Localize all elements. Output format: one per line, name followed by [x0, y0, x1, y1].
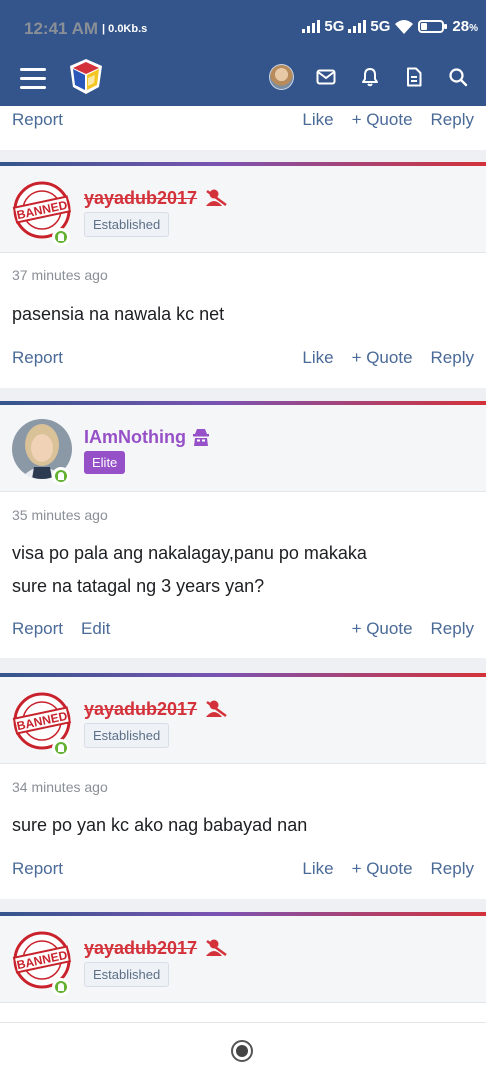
site-logo[interactable] — [66, 56, 106, 96]
username[interactable]: yayadub2017 — [84, 938, 197, 959]
post-message: pasensia na nawala kc net — [12, 304, 225, 324]
status-time: 12:41 AM — [24, 19, 99, 38]
user-title-badge: Elite — [84, 451, 126, 474]
post-time[interactable]: 35 minutes ago — [12, 507, 108, 523]
like-link[interactable]: Like — [302, 348, 333, 368]
network-label: 5G — [324, 18, 345, 35]
banned-user-icon — [206, 189, 227, 207]
online-indicator — [52, 467, 70, 485]
bell-icon[interactable] — [357, 64, 382, 89]
report-link[interactable]: Report — [12, 859, 63, 879]
post-time[interactable]: 34 minutes ago — [12, 779, 108, 795]
reply-link[interactable]: Reply — [431, 110, 474, 130]
username[interactable]: yayadub2017 — [84, 188, 197, 209]
avatar — [269, 63, 294, 90]
online-indicator — [52, 739, 70, 757]
post-message-line: visa po pala ang nakalagay,panu po makak… — [12, 543, 367, 563]
post-actions: Report Like + Quote Reply — [12, 859, 474, 883]
online-indicator — [52, 978, 70, 996]
quote-link[interactable]: + Quote — [352, 348, 413, 368]
app-header: 12:41 AM | 0.0Kb.s 5G 5G 28% — [0, 0, 486, 106]
status-speed: | 0.0Kb.s — [102, 23, 148, 35]
post-user-header: BANNED yayadub2017 Established — [0, 166, 486, 253]
post-message: visa po pala ang nakalagay,panu po makak… — [12, 537, 367, 603]
user-title-badge: Established — [84, 723, 170, 748]
status-bar: 12:41 AM | 0.0Kb.s 5G 5G 28% — [0, 0, 486, 56]
report-link[interactable]: Report — [12, 348, 63, 368]
post: BANNED yayadub2017 Established 34 minute… — [0, 673, 486, 899]
like-link[interactable]: Like — [302, 859, 333, 879]
report-link[interactable]: Report — [12, 619, 63, 639]
battery-icon — [418, 20, 448, 33]
quote-link[interactable]: + Quote — [352, 859, 413, 879]
reply-link[interactable]: Reply — [431, 619, 474, 639]
nav-bar — [0, 56, 486, 106]
inbox-icon[interactable] — [313, 64, 338, 89]
user-title-badge: Established — [84, 212, 170, 237]
menu-icon[interactable] — [20, 68, 46, 90]
quote-link[interactable]: + Quote — [352, 110, 413, 130]
post-user-header: IAmNothing Elite — [0, 405, 486, 492]
post-user-header: BANNED yayadub2017 Established — [0, 916, 486, 1003]
post-message-line: sure na tatagal ng 3 years yan? — [12, 576, 265, 596]
nav-icons — [269, 63, 470, 90]
post-actions: Report Like + Quote Reply — [12, 110, 474, 134]
elite-user-icon — [193, 429, 209, 446]
battery-level: 28% — [452, 18, 478, 35]
signal-icon-2 — [348, 20, 367, 33]
username[interactable]: IAmNothing — [84, 427, 186, 448]
signal-icon — [302, 20, 321, 33]
reply-link[interactable]: Reply — [431, 348, 474, 368]
post-message: sure po yan kc ako nag babayad nan — [12, 815, 308, 835]
post-user-header: BANNED yayadub2017 Established — [0, 677, 486, 764]
whats-new-icon[interactable] — [401, 64, 426, 89]
report-link[interactable]: Report — [12, 110, 63, 130]
post-actions: Report Edit + Quote Reply — [12, 619, 474, 643]
home-button-icon[interactable] — [231, 1040, 253, 1062]
edit-link[interactable]: Edit — [81, 619, 110, 639]
online-indicator — [52, 228, 70, 246]
post: IAmNothing Elite 35 minutes ago visa po … — [0, 401, 486, 658]
network-label-2: 5G — [370, 18, 391, 35]
account-avatar[interactable] — [269, 63, 294, 90]
like-link[interactable]: Like — [302, 110, 333, 130]
system-nav-bar — [0, 1022, 486, 1080]
post-actions: Report Like + Quote Reply — [12, 348, 474, 372]
search-icon[interactable] — [445, 64, 470, 89]
status-right: 5G 5G 28% — [302, 18, 478, 35]
wifi-icon — [395, 19, 414, 34]
banned-user-icon — [206, 700, 227, 718]
reply-link[interactable]: Reply — [431, 859, 474, 879]
user-title-badge: Established — [84, 962, 170, 987]
post-previous: Report Like + Quote Reply — [0, 106, 486, 150]
post: BANNED yayadub2017 Established 37 minute… — [0, 162, 486, 388]
post-time[interactable]: 37 minutes ago — [12, 267, 108, 283]
quote-link[interactable]: + Quote — [352, 619, 413, 639]
banned-user-icon — [206, 939, 227, 957]
username[interactable]: yayadub2017 — [84, 699, 197, 720]
post: BANNED yayadub2017 Established — [0, 912, 486, 1022]
